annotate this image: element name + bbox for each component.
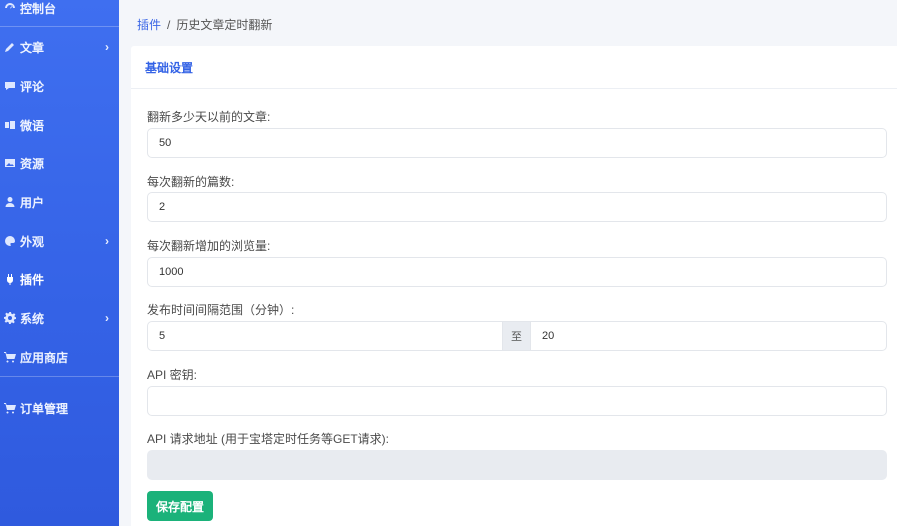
sidebar-divider — [0, 376, 119, 377]
sidebar-item-label: 插件 — [20, 272, 45, 287]
sidebar-item-dashboard[interactable]: 控制台 — [0, 0, 119, 25]
api-key-input[interactable] — [147, 386, 887, 416]
api-url-input[interactable] — [147, 450, 887, 480]
sidebar-item-comments[interactable]: 评论 — [0, 69, 119, 103]
card-title: 基础设置 — [131, 46, 897, 89]
sidebar-item-label: 控制台 — [20, 1, 57, 16]
interval-to-addon: 至 — [503, 321, 530, 351]
breadcrumb-current: 历史文章定时翻新 — [176, 18, 273, 32]
sidebar-item-system[interactable]: 系统 › — [0, 301, 119, 335]
views-label: 每次翻新增加的浏览量: — [147, 239, 271, 253]
plug-icon — [2, 273, 18, 285]
interval-from-input[interactable]: 5 — [147, 321, 503, 351]
sidebar-item-plugins[interactable]: 插件 — [0, 262, 119, 296]
sidebar-item-resources[interactable]: 资源 — [0, 146, 119, 180]
views-input[interactable]: 1000 — [147, 257, 887, 287]
sidebar-item-label: 微语 — [20, 118, 45, 133]
chevron-right-icon: › — [105, 234, 109, 248]
cart-icon — [2, 402, 18, 414]
sidebar-item-orders[interactable]: 订单管理 — [0, 391, 119, 425]
sidebar-item-label: 外观 — [20, 234, 45, 249]
user-icon — [2, 196, 18, 208]
cart-icon — [2, 351, 18, 363]
breadcrumb-link-plugins[interactable]: 插件 — [137, 16, 161, 33]
microblog-icon — [2, 119, 18, 131]
count-input[interactable]: 2 — [147, 192, 887, 222]
sidebar-item-posts[interactable]: 文章 › — [0, 30, 119, 64]
sidebar: 控制台 文章 › 评论 微语 资源 用户 外观 › 插件 系统 › 应用商店 订… — [0, 0, 119, 526]
sidebar-item-microblog[interactable]: 微语 — [0, 108, 119, 142]
interval-to-input[interactable]: 20 — [530, 321, 887, 351]
sidebar-item-app-store[interactable]: 应用商店 — [0, 340, 119, 374]
chevron-right-icon: › — [105, 40, 109, 54]
image-icon — [2, 157, 18, 169]
comment-icon — [2, 80, 18, 92]
save-button[interactable]: 保存配置 — [147, 491, 213, 521]
count-label: 每次翻新的篇数: — [147, 175, 235, 189]
sidebar-item-label: 订单管理 — [20, 401, 69, 416]
chevron-right-icon: › — [105, 311, 109, 325]
interval-label: 发布时间间隔范围（分钟）: — [147, 303, 295, 317]
sidebar-item-appearance[interactable]: 外观 › — [0, 224, 119, 258]
sidebar-item-label: 应用商店 — [20, 350, 69, 365]
main-content: 插件 / 历史文章定时翻新 基础设置 翻新多少天以前的文章: 50 每次翻新的篇… — [119, 0, 897, 526]
dashboard-icon — [2, 2, 18, 14]
pencil-icon — [2, 41, 18, 53]
sidebar-item-label: 用户 — [20, 195, 45, 210]
sidebar-divider — [0, 26, 119, 27]
sidebar-item-users[interactable]: 用户 — [0, 185, 119, 219]
breadcrumb-separator: / — [167, 17, 171, 32]
breadcrumb: 插件 / 历史文章定时翻新 — [137, 16, 272, 33]
days-label: 翻新多少天以前的文章: — [147, 110, 271, 124]
sidebar-item-label: 评论 — [20, 79, 45, 94]
days-input[interactable]: 50 — [147, 128, 887, 158]
sidebar-item-label: 文章 — [20, 40, 45, 55]
settings-card: 基础设置 翻新多少天以前的文章: 50 每次翻新的篇数: 2 每次翻新增加的浏览… — [131, 46, 897, 526]
palette-icon — [2, 235, 18, 247]
interval-range: 5 至 20 — [147, 321, 887, 351]
gear-icon — [2, 312, 18, 324]
sidebar-item-label: 系统 — [20, 311, 45, 326]
sidebar-item-label: 资源 — [20, 156, 45, 171]
api-url-label: API 请求地址 (用于宝塔定时任务等GET请求): — [147, 432, 390, 446]
api-key-label: API 密钥: — [147, 368, 198, 382]
